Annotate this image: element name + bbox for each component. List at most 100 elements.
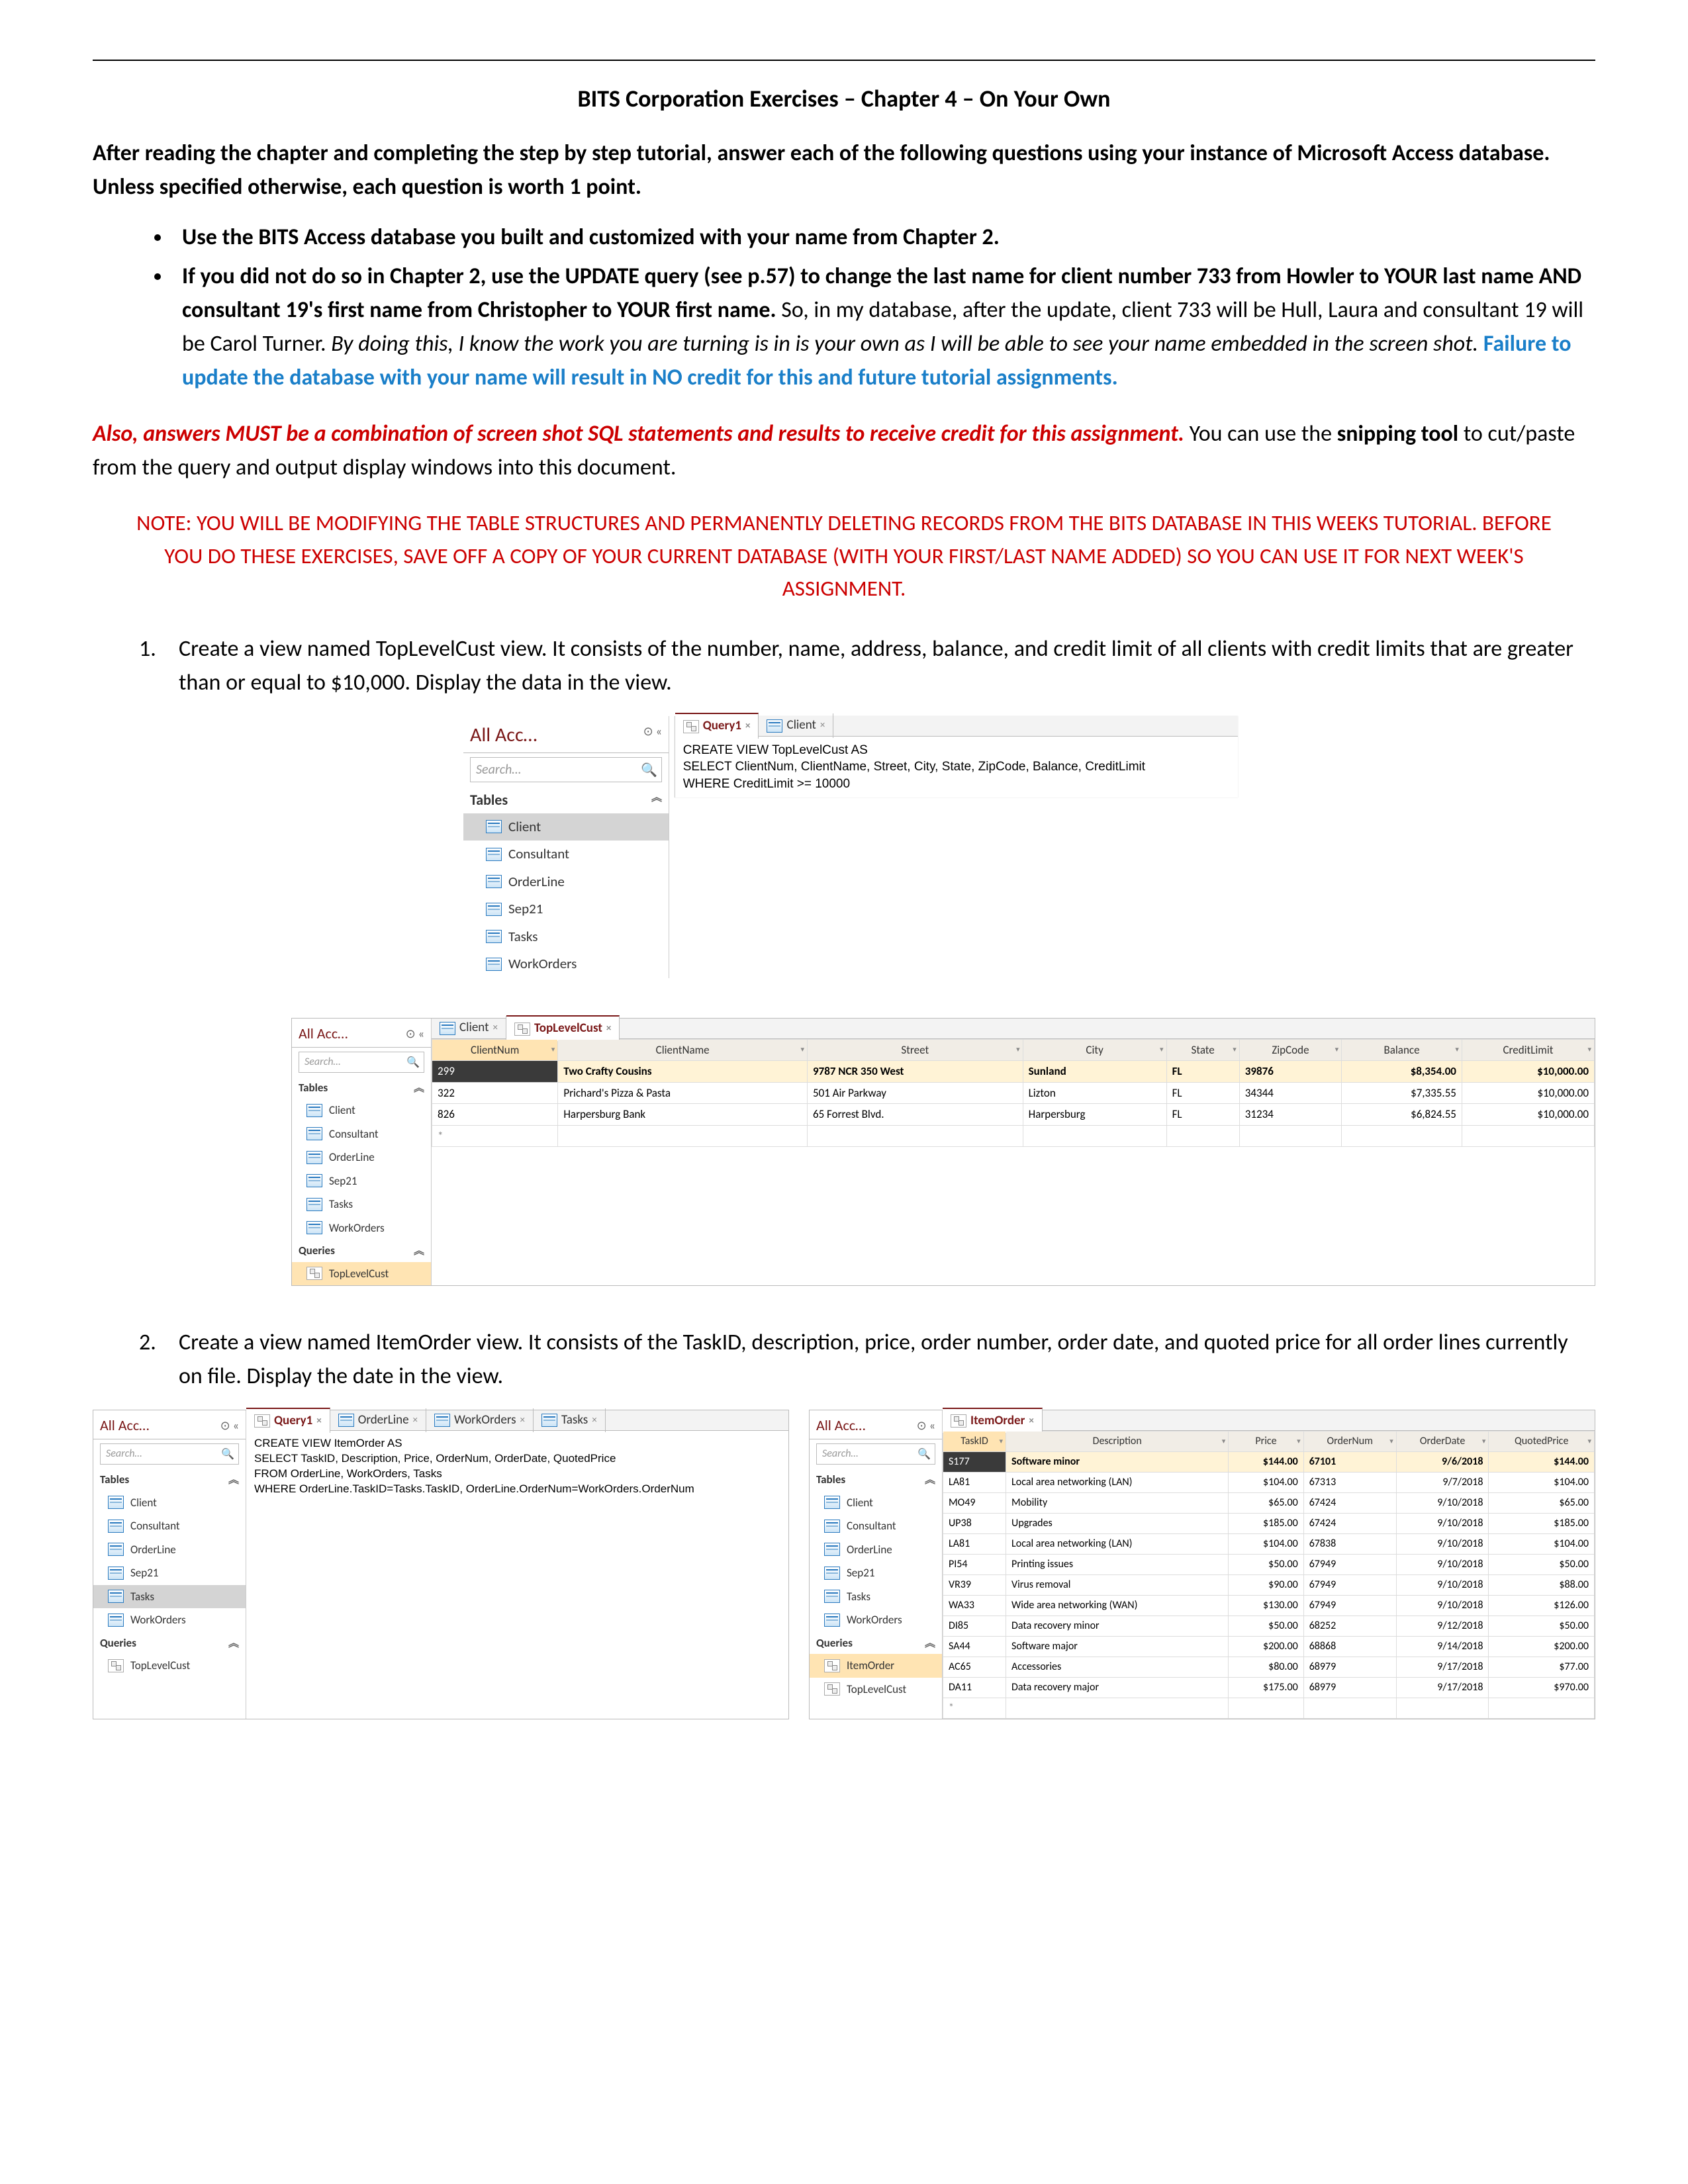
cell[interactable]: S177 (943, 1452, 1006, 1473)
cell[interactable]: $65.00 (1229, 1493, 1303, 1514)
cell[interactable]: 9/6/2018 (1396, 1452, 1489, 1473)
nav-item[interactable]: Client (810, 1491, 942, 1515)
cell[interactable]: $7,335.55 (1342, 1082, 1462, 1104)
tab-client[interactable]: Client× (759, 713, 833, 738)
nav-collapse-icon[interactable]: ⊙ « (220, 1417, 239, 1435)
dropdown-icon[interactable]: ▾ (1455, 1044, 1459, 1056)
dropdown-icon[interactable]: ▾ (1016, 1044, 1020, 1056)
cell[interactable]: Lizton (1023, 1082, 1166, 1104)
cell[interactable]: FL (1166, 1082, 1239, 1104)
col-header[interactable]: OrderDate▾ (1396, 1432, 1489, 1452)
nav-group-tables[interactable]: Tables ︽ (463, 786, 669, 813)
cell[interactable]: SA44 (943, 1637, 1006, 1657)
cell[interactable]: AC65 (943, 1657, 1006, 1678)
table-row[interactable]: LA81Local area networking (LAN)$104.0067… (943, 1473, 1595, 1493)
nav-item[interactable]: Consultant (292, 1122, 431, 1146)
sql-text[interactable]: CREATE VIEW TopLevelCust AS SELECT Clien… (675, 737, 1238, 798)
nav-item-toplevelcust[interactable]: TopLevelCust (93, 1654, 246, 1678)
col-header[interactable]: ClientNum▾ (432, 1039, 558, 1061)
cell[interactable]: 299 (432, 1061, 558, 1083)
nav-item[interactable]: Client (292, 1099, 431, 1122)
cell[interactable]: $80.00 (1229, 1657, 1303, 1678)
dropdown-icon[interactable]: ▾ (1222, 1436, 1226, 1447)
cell[interactable]: $10,000.00 (1462, 1082, 1594, 1104)
cell[interactable]: Software minor (1006, 1452, 1229, 1473)
access-nav-pane[interactable]: All Acc… ⊙ « Search… 🔍 Tables ︽ Client C… (463, 716, 669, 978)
nav-search-input[interactable]: Search…🔍 (299, 1052, 424, 1073)
col-header[interactable]: ZipCode▾ (1239, 1039, 1341, 1061)
cell[interactable]: LA81 (943, 1473, 1006, 1493)
tab-client[interactable]: Client× (432, 1016, 506, 1040)
cell[interactable]: 67949 (1303, 1596, 1396, 1616)
nav-item-toplevelcust[interactable]: TopLevelCust (810, 1678, 942, 1702)
cell[interactable]: Software major (1006, 1637, 1229, 1657)
nav-item[interactable]: Consultant (93, 1514, 246, 1538)
close-icon[interactable]: × (316, 1414, 321, 1429)
nav-search-input[interactable]: Search…🔍 (816, 1443, 935, 1465)
dropdown-icon[interactable]: ▾ (1233, 1044, 1237, 1056)
cell[interactable]: $6,824.55 (1342, 1104, 1462, 1126)
cell[interactable]: 67949 (1303, 1555, 1396, 1575)
cell[interactable]: $200.00 (1489, 1637, 1595, 1657)
cell[interactable]: PI54 (943, 1555, 1006, 1575)
cell[interactable]: 67424 (1303, 1493, 1396, 1514)
cell[interactable]: 501 Air Parkway (807, 1082, 1023, 1104)
nav-collapse-icon[interactable]: ⊙ « (643, 723, 662, 741)
dropdown-icon[interactable]: ▾ (800, 1044, 804, 1056)
cell[interactable]: Sunland (1023, 1061, 1166, 1083)
cell[interactable]: 9/14/2018 (1396, 1637, 1489, 1657)
cell[interactable]: 9787 NCR 350 West (807, 1061, 1023, 1083)
cell[interactable]: $50.00 (1229, 1555, 1303, 1575)
cell[interactable]: Harpersburg (1023, 1104, 1166, 1126)
cell[interactable]: $50.00 (1489, 1555, 1595, 1575)
cell[interactable]: 322 (432, 1082, 558, 1104)
nav-item-workorders[interactable]: WorkOrders (463, 950, 669, 978)
cell[interactable]: 9/12/2018 (1396, 1616, 1489, 1637)
sql-text-2[interactable]: CREATE VIEW ItemOrder AS SELECT TaskID, … (246, 1431, 788, 1502)
cell[interactable]: $130.00 (1229, 1596, 1303, 1616)
nav-item[interactable]: Tasks (292, 1193, 431, 1216)
dropdown-icon[interactable]: ▾ (1482, 1436, 1486, 1447)
cell[interactable]: 34344 (1239, 1082, 1341, 1104)
cell[interactable]: $175.00 (1229, 1678, 1303, 1698)
table-row[interactable]: SA44Software major$200.00688689/14/2018$… (943, 1637, 1595, 1657)
tab-tasks[interactable]: Tasks× (534, 1408, 606, 1433)
cell[interactable]: 9/17/2018 (1396, 1657, 1489, 1678)
cell[interactable]: Data recovery major (1006, 1678, 1229, 1698)
nav-item[interactable]: Consultant (810, 1514, 942, 1538)
cell[interactable]: $90.00 (1229, 1575, 1303, 1596)
cell[interactable]: $104.00 (1229, 1534, 1303, 1555)
dropdown-icon[interactable]: ▾ (1000, 1436, 1004, 1447)
cell[interactable]: 68252 (1303, 1616, 1396, 1637)
dropdown-icon[interactable]: ▾ (551, 1044, 555, 1056)
nav-item-client[interactable]: Client (463, 813, 669, 841)
nav-item-consultant[interactable]: Consultant (463, 841, 669, 868)
cell[interactable]: $65.00 (1489, 1493, 1595, 1514)
nav-group-tables[interactable]: Tables︽ (810, 1469, 942, 1491)
cell[interactable]: Two Crafty Cousins (558, 1061, 808, 1083)
table-row[interactable]: WA33Wide area networking (WAN)$130.00679… (943, 1596, 1595, 1616)
close-icon[interactable]: × (606, 1021, 611, 1036)
nav-item[interactable]: Sep21 (93, 1561, 246, 1585)
cell[interactable]: $50.00 (1489, 1616, 1595, 1637)
tab-query1[interactable]: Query1× (246, 1408, 330, 1433)
nav-item[interactable]: WorkOrders (810, 1608, 942, 1632)
new-row[interactable]: * (432, 1125, 1595, 1147)
cell[interactable]: MO49 (943, 1493, 1006, 1514)
cell[interactable]: LA81 (943, 1534, 1006, 1555)
cell[interactable]: Local area networking (LAN) (1006, 1534, 1229, 1555)
nav-search-input[interactable]: Search… 🔍 (470, 757, 662, 782)
cell[interactable]: FL (1166, 1104, 1239, 1126)
close-icon[interactable]: × (745, 719, 750, 734)
table-row[interactable]: 322 Prichard's Pizza & Pasta 501 Air Par… (432, 1082, 1595, 1104)
cell[interactable]: Printing issues (1006, 1555, 1229, 1575)
col-header[interactable]: Description▾ (1006, 1432, 1229, 1452)
cell[interactable]: $104.00 (1229, 1473, 1303, 1493)
dropdown-icon[interactable]: ▾ (1389, 1436, 1393, 1447)
cell[interactable]: $88.00 (1489, 1575, 1595, 1596)
nav-header[interactable]: All Acc…⊙ « (93, 1410, 246, 1439)
result-table-2[interactable]: TaskID▾ Description▾ Price▾ OrderNum▾ Or… (943, 1431, 1595, 1719)
cell[interactable]: $200.00 (1229, 1637, 1303, 1657)
access-nav-pane-3[interactable]: All Acc…⊙ « Search…🔍 Tables︽ Client Cons… (93, 1410, 246, 1719)
cell[interactable]: Mobility (1006, 1493, 1229, 1514)
